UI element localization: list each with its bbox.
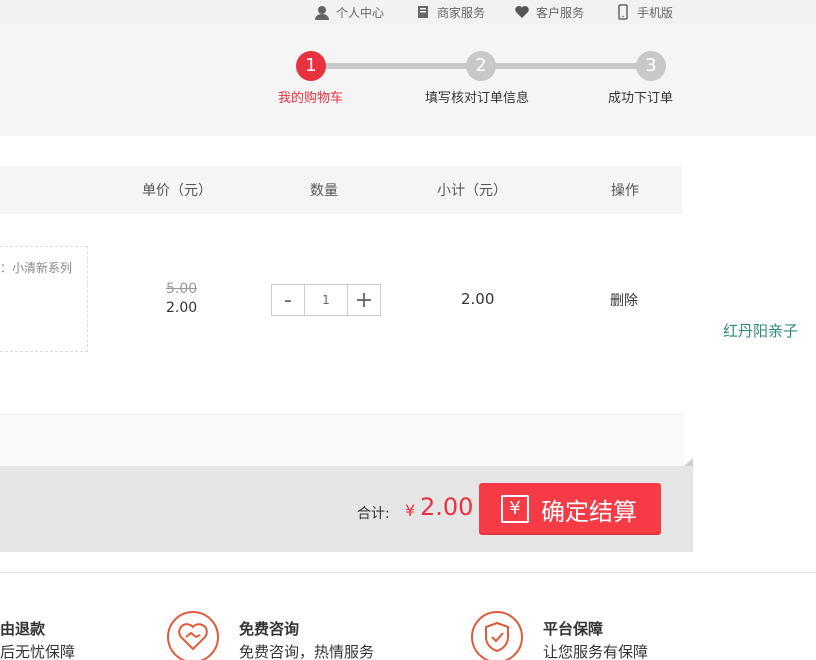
total-currency: ¥ [405, 501, 416, 520]
service-2-title: 免费咨询 [239, 620, 300, 638]
cart-footer-band [0, 414, 684, 466]
shield-icon [471, 611, 523, 660]
cart-table-header: 单价（元） 数量 小计（元） 操作 [0, 166, 682, 214]
original-price: 5.00 [166, 281, 198, 297]
service-3-desc: 让您服务有保障 [543, 643, 649, 660]
service-1-title: 理由退款 [0, 620, 46, 638]
unit-price: 2.00 [166, 300, 198, 316]
delete-button[interactable]: 删除 [610, 290, 638, 310]
step-1-circle: 1 [296, 51, 326, 81]
step-2-label: 填写核对订单信息 [425, 91, 530, 106]
total-label: 合计: [357, 506, 390, 522]
quantity-decrease-button[interactable]: - [272, 285, 304, 315]
mobile-version-label: 手机版 [637, 5, 674, 20]
quantity-stepper: - 1 + [271, 284, 381, 316]
quantity-input[interactable]: 1 [304, 285, 348, 315]
total-amount: 2.00 [420, 493, 474, 521]
customer-service-link[interactable]: 客户服务 [514, 4, 584, 20]
user-center-label: 个人中心 [336, 5, 385, 20]
mobile-version-link[interactable]: 手机版 [615, 4, 673, 20]
item-subtotal: 2.00 [461, 290, 495, 308]
user-center-link[interactable]: 个人中心 [314, 4, 384, 20]
product-spec: ：小清新系列 [0, 261, 73, 275]
checkout-bar-fold [684, 458, 693, 466]
step-3-label: 成功下订单 [608, 91, 674, 106]
merchant-service-label: 商家服务 [437, 5, 486, 20]
step-1-label: 我的购物车 [278, 91, 344, 106]
yen-icon: ¥ [501, 495, 529, 523]
user-icon [315, 6, 329, 20]
price-column-header: 单价（元） [142, 183, 212, 199]
merchant-service-link[interactable]: 商家服务 [415, 4, 485, 20]
step-2-circle: 2 [466, 51, 496, 81]
handshake-icon [167, 611, 219, 660]
service-1-desc: 售后无忧保障 [0, 643, 76, 660]
customer-service-label: 客户服务 [536, 5, 585, 20]
service-3-title: 平台保障 [543, 620, 604, 638]
store-icon [418, 6, 428, 18]
shop-link[interactable]: 红丹阳亲子 [723, 320, 798, 341]
action-column-header: 操作 [611, 183, 639, 199]
heart-icon [515, 6, 529, 18]
quantity-increase-button[interactable]: + [348, 285, 380, 315]
subtotal-column-header: 小计（元） [437, 183, 507, 199]
mobile-icon [618, 4, 628, 20]
step-3-circle: 3 [636, 51, 666, 81]
section-divider [0, 572, 816, 573]
quantity-column-header: 数量 [310, 183, 338, 199]
checkout-button-label: 确定结算 [541, 497, 637, 526]
header [0, 24, 816, 136]
service-2-desc: 免费咨询，热情服务 [239, 643, 375, 660]
top-bar: 个人中心 商家服务 客户服务 手机版 [0, 0, 816, 24]
checkout-button[interactable]: ¥ 确定结算 [479, 483, 661, 535]
